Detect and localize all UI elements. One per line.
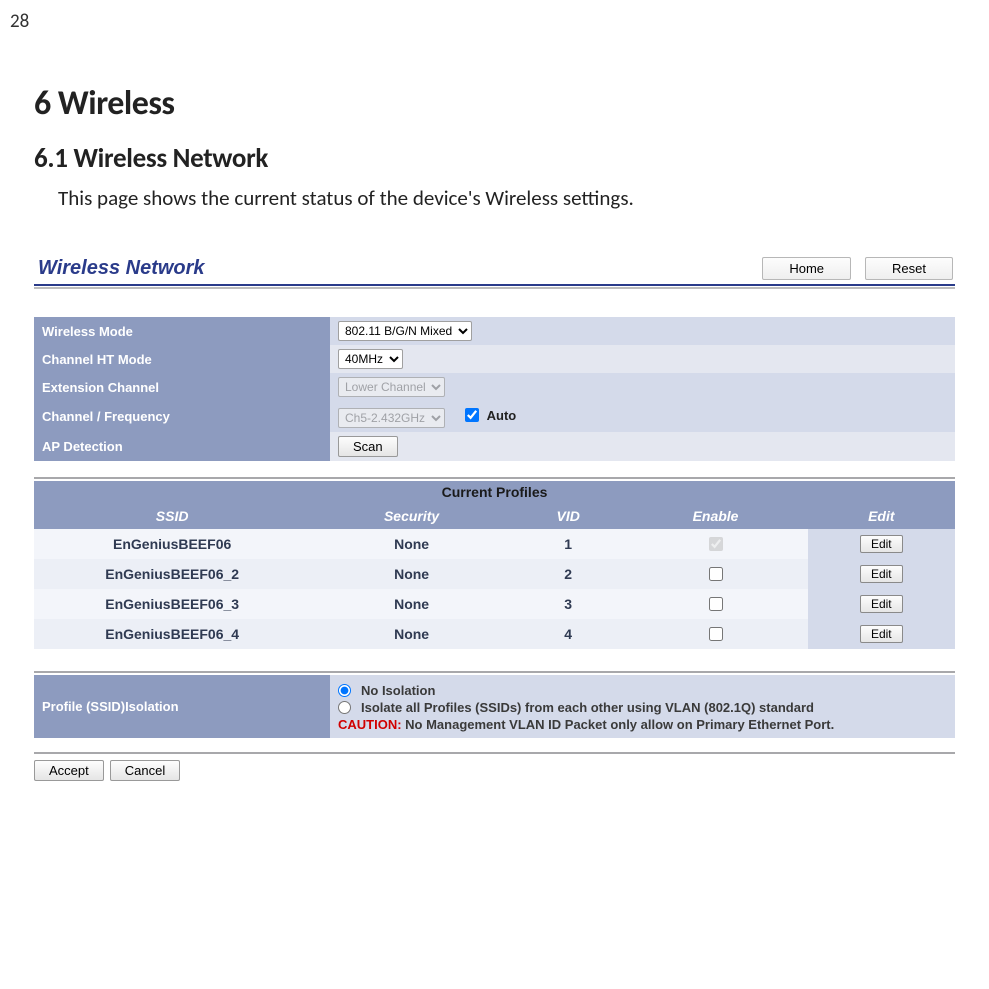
router-ui-panel: Wireless Network Home Reset Wireless Mod… — [34, 251, 955, 781]
caution-label: CAUTION: — [338, 717, 402, 732]
col-enable: Enable — [623, 503, 807, 529]
enable-checkbox — [709, 537, 723, 551]
divider — [34, 671, 955, 673]
divider — [34, 477, 955, 479]
home-button[interactable]: Home — [762, 257, 851, 280]
isolation-table: Profile (SSID)Isolation No Isolation Iso… — [34, 675, 955, 738]
channel-frequency-select: Ch5-2.432GHz — [338, 408, 445, 428]
security-cell: None — [310, 589, 513, 619]
vid-cell: 4 — [513, 619, 624, 649]
wireless-mode-label: Wireless Mode — [34, 317, 330, 345]
enable-checkbox[interactable] — [709, 567, 723, 581]
auto-label: Auto — [487, 408, 517, 423]
divider — [34, 284, 955, 286]
table-row: EnGeniusBEEF06 None 1 Edit — [34, 529, 955, 559]
heading-wireless-network: 6.1 Wireless Network — [34, 142, 955, 175]
edit-button[interactable]: Edit — [860, 595, 903, 613]
heading-wireless: 6 Wireless — [34, 83, 955, 124]
col-security: Security — [310, 503, 513, 529]
no-isolation-text: No Isolation — [361, 683, 435, 698]
edit-button[interactable]: Edit — [860, 535, 903, 553]
ssid-cell: EnGeniusBEEF06_4 — [34, 619, 310, 649]
ssid-cell: EnGeniusBEEF06_2 — [34, 559, 310, 589]
table-row: EnGeniusBEEF06_2 None 2 Edit — [34, 559, 955, 589]
ssid-cell: EnGeniusBEEF06_3 — [34, 589, 310, 619]
divider — [34, 287, 955, 289]
vid-cell: 1 — [513, 529, 624, 559]
channel-ht-mode-label: Channel HT Mode — [34, 345, 330, 373]
channel-ht-mode-select[interactable]: 40MHz — [338, 349, 403, 369]
divider — [34, 752, 955, 754]
ap-detection-label: AP Detection — [34, 432, 330, 461]
no-isolation-radio[interactable] — [338, 684, 351, 697]
table-row: EnGeniusBEEF06_3 None 3 Edit — [34, 589, 955, 619]
col-vid: VID — [513, 503, 624, 529]
table-row: EnGeniusBEEF06_4 None 4 Edit — [34, 619, 955, 649]
page-number: 28 — [10, 10, 955, 33]
panel-title: Wireless Network — [38, 257, 205, 280]
cancel-button[interactable]: Cancel — [110, 760, 180, 781]
enable-checkbox[interactable] — [709, 627, 723, 641]
col-edit: Edit — [808, 503, 955, 529]
isolate-text: Isolate all Profiles (SSIDs) from each o… — [361, 700, 814, 715]
security-cell: None — [310, 529, 513, 559]
isolate-radio[interactable] — [338, 701, 351, 714]
col-ssid: SSID — [34, 503, 310, 529]
wireless-settings-table: Wireless Mode 802.11 B/G/N Mixed Channel… — [34, 317, 955, 461]
extension-channel-label: Extension Channel — [34, 373, 330, 401]
vid-cell: 3 — [513, 589, 624, 619]
edit-button[interactable]: Edit — [860, 565, 903, 583]
auto-checkbox[interactable] — [465, 408, 479, 422]
channel-frequency-label: Channel / Frequency — [34, 401, 330, 432]
ssid-cell: EnGeniusBEEF06 — [34, 529, 310, 559]
reset-button[interactable]: Reset — [865, 257, 953, 280]
security-cell: None — [310, 559, 513, 589]
enable-checkbox[interactable] — [709, 597, 723, 611]
vid-cell: 2 — [513, 559, 624, 589]
wireless-mode-select[interactable]: 802.11 B/G/N Mixed — [338, 321, 472, 341]
security-cell: None — [310, 619, 513, 649]
current-profiles-heading: Current Profiles — [34, 481, 955, 503]
isolation-label: Profile (SSID)Isolation — [34, 675, 330, 738]
caution-text: No Management VLAN ID Packet only allow … — [402, 717, 835, 732]
extension-channel-select: Lower Channel — [338, 377, 445, 397]
edit-button[interactable]: Edit — [860, 625, 903, 643]
accept-button[interactable]: Accept — [34, 760, 104, 781]
scan-button[interactable]: Scan — [338, 436, 398, 457]
intro-text: This page shows the current status of th… — [58, 185, 955, 211]
profiles-table: SSID Security VID Enable Edit EnGeniusBE… — [34, 503, 955, 649]
